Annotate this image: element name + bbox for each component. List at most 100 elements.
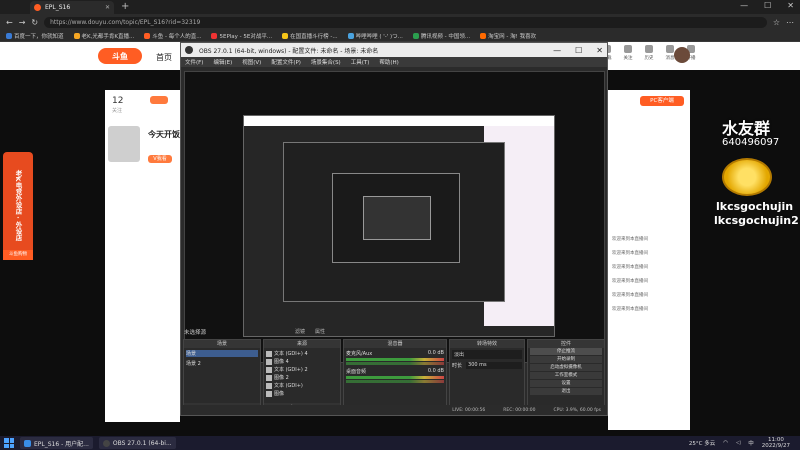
bookmark-item[interactable]: 哔哩哔哩 ( '-' )つ... (347, 32, 403, 40)
scene-item[interactable]: 场景 2 (186, 360, 258, 367)
source-item[interactable]: 文本 (GDI+) 4 (266, 350, 338, 357)
no-source-label: 未选择源 (184, 330, 207, 336)
overlay-user-2: lkcsgochujin2 (714, 214, 799, 227)
scenes-dock: 场景 场景 场景 2 +−∧∨ (183, 339, 261, 413)
bookmark-item[interactable]: 斗鱼 - 每个人的直... (144, 32, 201, 40)
follow-icon (624, 45, 632, 53)
follow-button[interactable]: 关注 (621, 45, 635, 65)
menu-tools[interactable]: 工具(T) (351, 58, 370, 66)
filters-button[interactable]: 滤镜 (295, 328, 305, 335)
bookmark-icon (211, 32, 218, 39)
properties-button[interactable]: 属性 (315, 328, 325, 335)
overlay-user-1: lkcsgochujin (716, 200, 794, 213)
image-source-icon (266, 374, 272, 381)
message-icon (666, 45, 674, 53)
nested-header (244, 116, 554, 126)
menu-help[interactable]: 帮助(H) (379, 58, 398, 66)
volume-slider[interactable] (346, 380, 444, 383)
menu-scene-collection[interactable]: 场景集合(S) (311, 58, 341, 66)
source-item[interactable]: 文本 (GDI+) 2 (266, 366, 338, 373)
forward-icon[interactable]: → (19, 18, 26, 27)
volume-icon[interactable]: ◁ (736, 440, 740, 446)
source-item[interactable]: 图像 (266, 390, 338, 397)
bookmark-item[interactable]: 百度一下，你就知道 (6, 32, 64, 40)
taskbar-item-browser[interactable]: EPL_S16 - 用户配... (20, 437, 93, 449)
pc-client-button[interactable]: PC客户端 (640, 96, 684, 106)
maximize-icon[interactable]: ☐ (764, 1, 771, 10)
v-button[interactable]: V我看 (148, 155, 172, 163)
source-item[interactable]: 图像 2 (266, 374, 338, 381)
streamer-avatar-image[interactable] (108, 126, 140, 162)
shop-banner[interactable]: 老K电竞外设店 · 外设店 (3, 152, 33, 258)
stop-streaming-button[interactable]: 停止推流 (530, 348, 602, 355)
chat-message: 欢迎来到本直播间 (612, 265, 648, 270)
avatar[interactable] (674, 47, 690, 63)
chat-message: 欢迎来到本直播间 (612, 293, 648, 298)
chat-message: 欢迎来到本直播间 (612, 307, 648, 312)
exit-button[interactable]: 退出 (530, 388, 602, 395)
recursive-preview-frame-2 (283, 142, 505, 302)
reload-icon[interactable]: ↻ (31, 18, 38, 27)
overlay-group-id: 640496097 (722, 137, 780, 148)
bookmark-item[interactable]: 5EPlay - 5E对战平... (211, 32, 272, 40)
obs-minimize-icon[interactable]: — (553, 46, 561, 55)
text-source-icon (266, 350, 272, 357)
taskbar-item-obs[interactable]: OBS 27.0.1 (64-bi... (98, 437, 176, 449)
input-language[interactable]: 中 (748, 439, 754, 447)
bookmark-item[interactable]: 在国直播斗行榜 -... (282, 32, 338, 40)
back-icon[interactable]: ← (6, 18, 13, 27)
obs-preview[interactable] (184, 71, 605, 363)
url-input[interactable]: https://www.douyu.com/topic/EPL_S16?rid=… (44, 16, 767, 28)
fans-label: 关注 (112, 108, 123, 114)
obs-menu-bar: 文件(F) 编辑(E) 视图(V) 配置文件(P) 场景集合(S) 工具(T) … (181, 57, 607, 67)
recursive-preview-frame-4 (363, 196, 431, 240)
transition-select[interactable]: 淡出 (452, 350, 522, 359)
chat-message: 欢迎来到本直播间 (612, 279, 648, 284)
bookmark-item[interactable]: 淘宝网 - 淘! 我喜欢 (480, 32, 536, 40)
start-recording-button[interactable]: 开始录制 (530, 356, 602, 363)
shop-banner-button[interactable]: 斗鱼购物 (3, 250, 33, 260)
menu-file[interactable]: 文件(F) (185, 58, 203, 66)
weather-widget[interactable]: 25°C 多云 (689, 439, 715, 447)
studio-mode-button[interactable]: 工作室模式 (530, 372, 602, 379)
duration-input[interactable]: 300 ms (466, 362, 522, 369)
controls-dock: 控件 停止推流 开始录制 启动虚拟摄像机 工作室模式 设置 退出 (527, 339, 605, 413)
track-name: 麦克风/Aux (346, 351, 373, 357)
bookmark-icon (480, 32, 487, 39)
minimize-icon[interactable]: — (740, 1, 748, 10)
bookmark-icon (6, 32, 12, 39)
bookmark-item[interactable]: 腾讯视频 - 中国领... (412, 32, 470, 40)
virtual-camera-button[interactable]: 启动虚拟摄像机 (530, 364, 602, 371)
nav-home[interactable]: 首页 (156, 52, 172, 63)
wifi-icon[interactable]: ◠ (723, 440, 728, 446)
settings-button[interactable]: 设置 (530, 380, 602, 387)
menu-icon[interactable]: ⋯ (786, 18, 794, 27)
track-db: 0.0 dB (427, 350, 444, 356)
history-button[interactable]: 历史 (642, 45, 656, 65)
scene-item[interactable]: 场景 (186, 350, 258, 357)
bookmark-icon (144, 32, 151, 39)
favorites-icon[interactable]: ☆ (773, 18, 780, 27)
source-item[interactable]: 文本 (GDI+) (266, 382, 338, 389)
start-icon[interactable] (4, 438, 14, 448)
volume-slider[interactable] (346, 362, 444, 365)
site-logo[interactable]: 斗鱼 (98, 48, 142, 64)
close-icon[interactable]: ✕ (787, 1, 794, 10)
new-tab-button[interactable]: + (121, 1, 129, 12)
menu-view[interactable]: 视图(V) (242, 58, 261, 66)
menu-edit[interactable]: 编辑(E) (213, 58, 232, 66)
close-tab-icon[interactable]: ✕ (105, 4, 110, 11)
obs-window: OBS 27.0.1 (64-bit, windows) - 配置文件: 未命名… (180, 42, 608, 416)
browser-tab[interactable]: EPL_S16 ✕ (30, 1, 114, 14)
clock[interactable]: 11:00 2022/9/27 (762, 437, 790, 449)
obs-docks: 场景 场景 场景 2 +−∧∨ 来源 文本 (GDI+) 4 图像 4 文本 (… (181, 339, 607, 413)
bookmark-item[interactable]: 老K,光都手肯K直播... (73, 32, 134, 40)
edge-icon (24, 439, 31, 447)
obs-maximize-icon[interactable]: ☐ (575, 46, 582, 55)
source-item[interactable]: 图像 4 (266, 358, 338, 365)
live-time: LIVE: 00:00:56 (452, 407, 486, 413)
obs-close-icon[interactable]: ✕ (596, 46, 603, 55)
menu-profile[interactable]: 配置文件(P) (271, 58, 301, 66)
follow-action-button[interactable] (150, 96, 168, 104)
sources-title: 来源 (264, 340, 340, 348)
